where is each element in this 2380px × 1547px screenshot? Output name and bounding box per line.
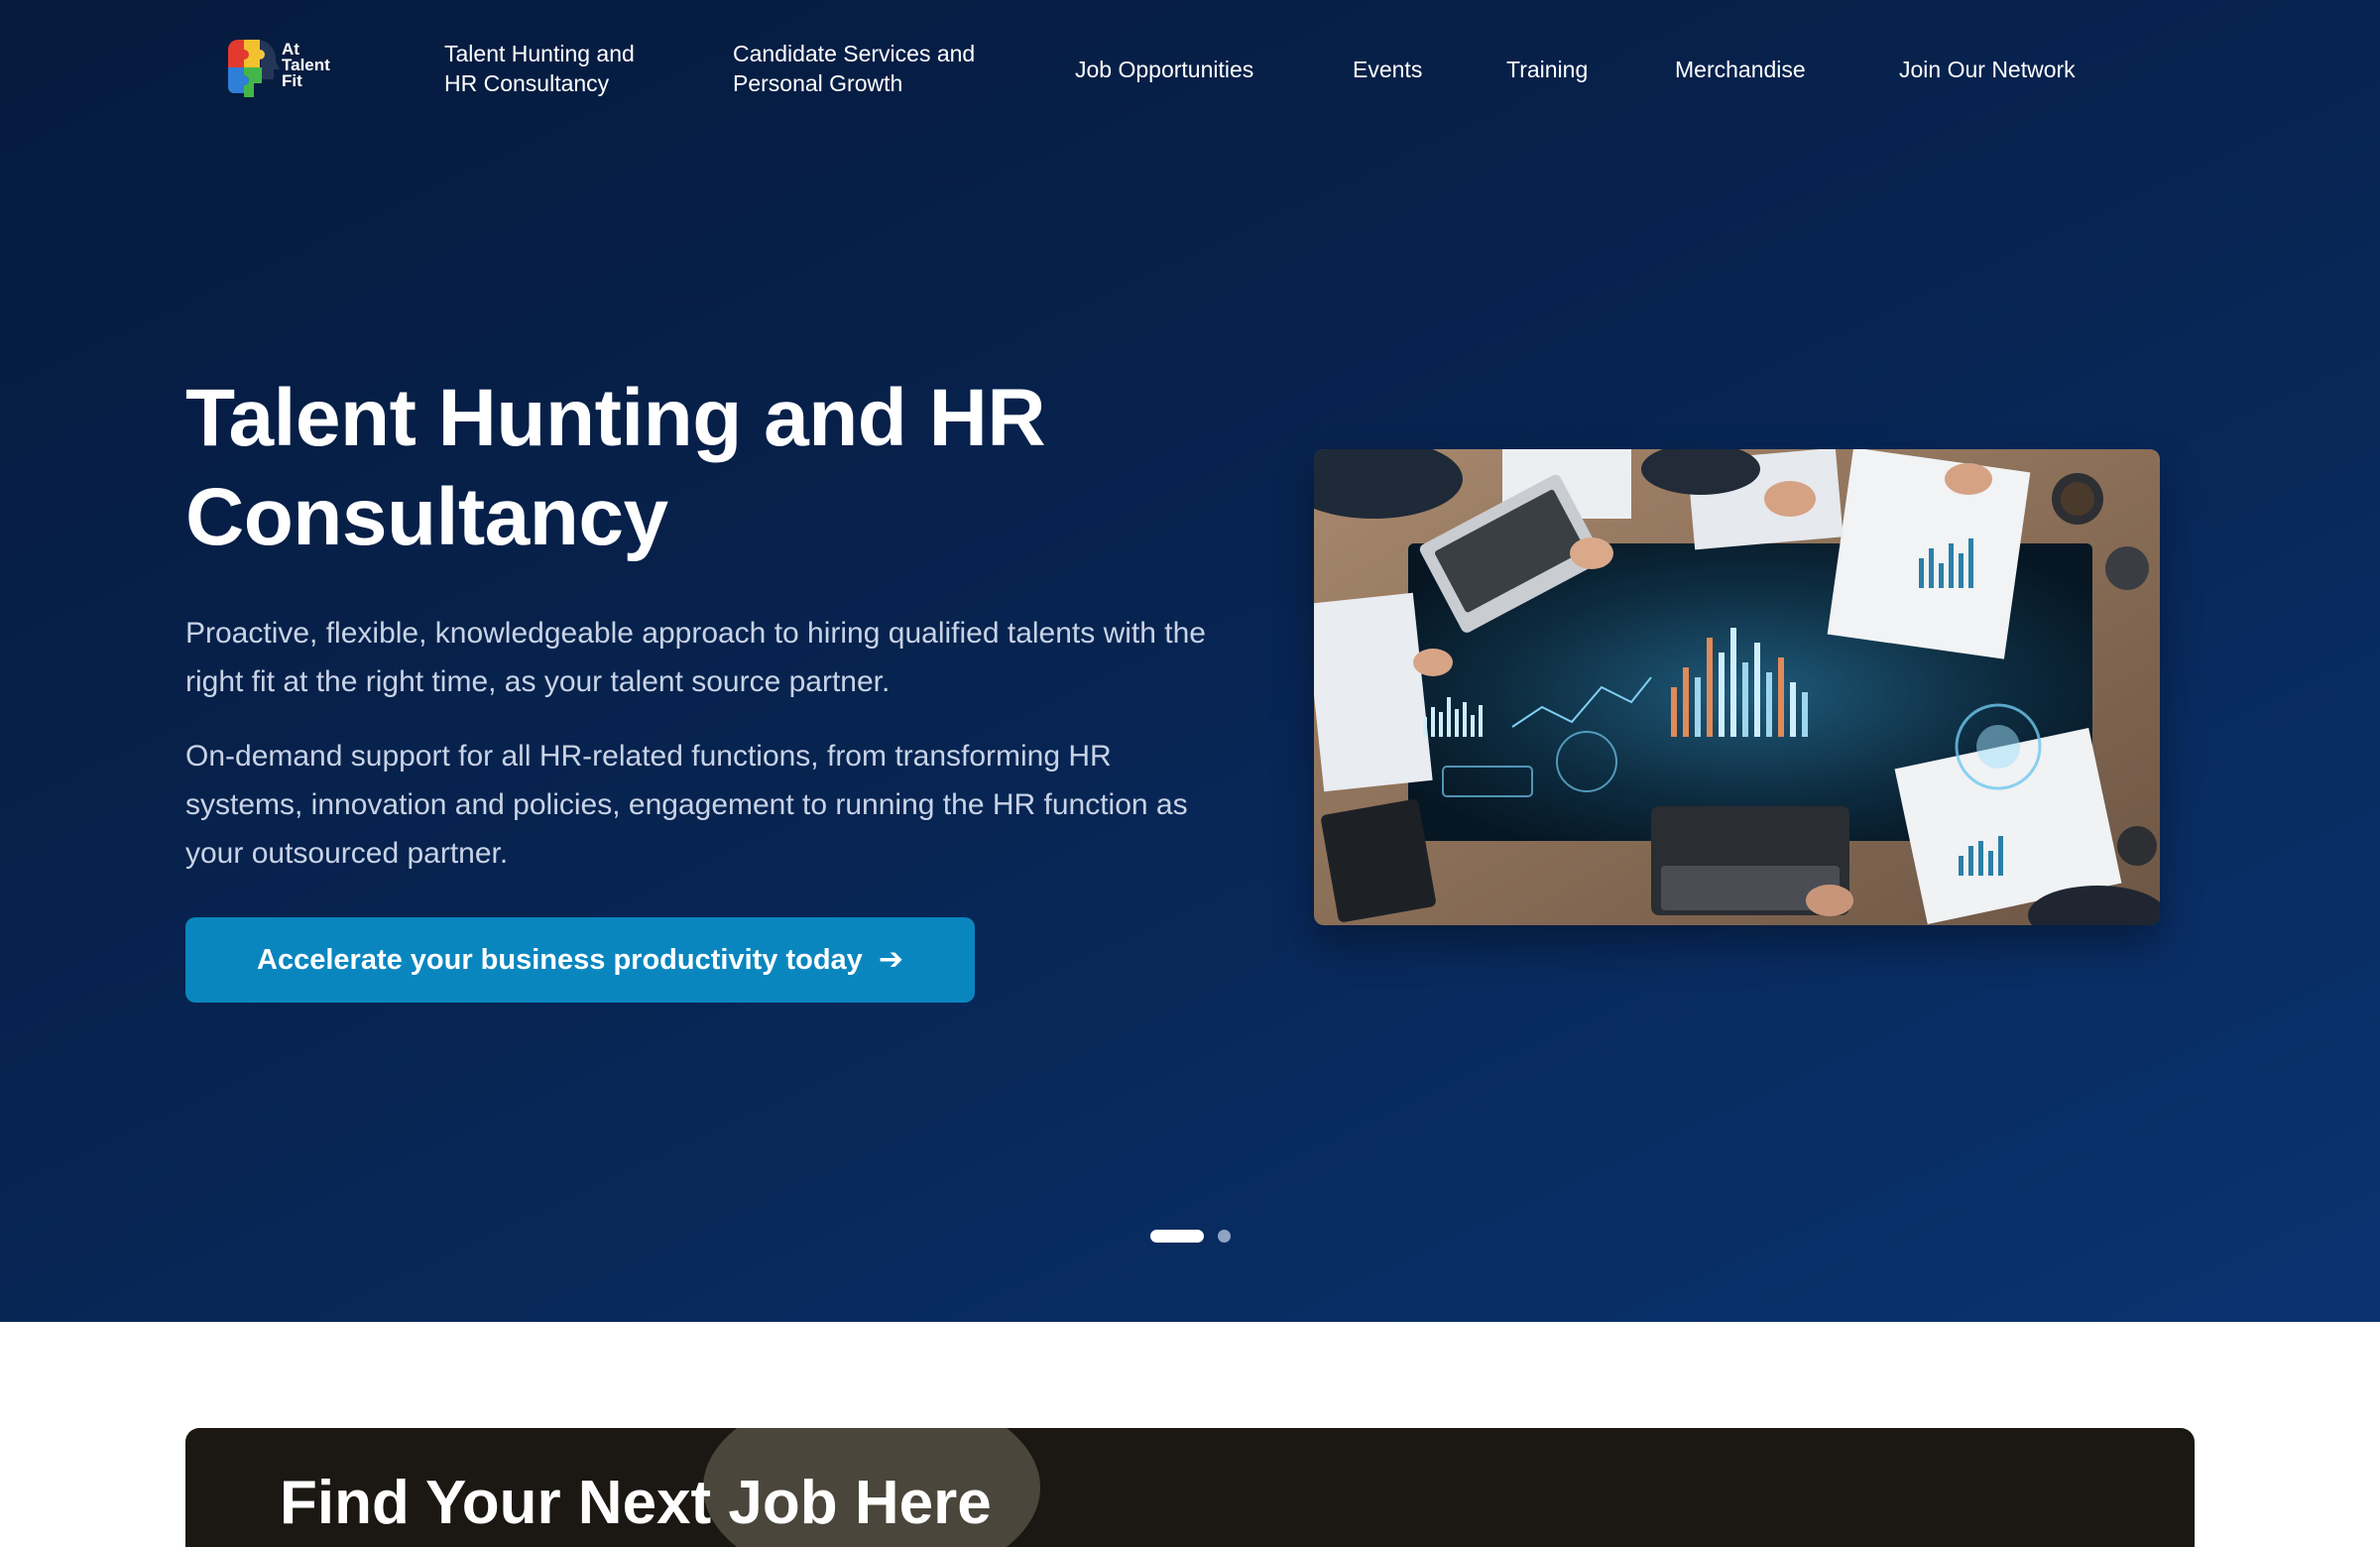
logo-text: At Talent Fit bbox=[282, 40, 330, 90]
hero-section: At Talent Fit Talent Hunting and HR Cons… bbox=[0, 0, 2380, 1322]
logo-link[interactable]: At Talent Fit bbox=[226, 34, 345, 103]
carousel-dot-1-active[interactable] bbox=[1150, 1230, 1204, 1243]
hero-paragraph-talent: Proactive, flexible, knowledgeable appro… bbox=[185, 617, 1206, 698]
nav-training[interactable]: Training bbox=[1506, 55, 1588, 84]
job-search-section: Find Your Next Job Here bbox=[185, 1428, 2195, 1547]
accelerate-cta-button[interactable]: Accelerate your business productivity to… bbox=[185, 917, 975, 1003]
analytics-meeting-illustration bbox=[1314, 449, 2160, 925]
nav-merchandise[interactable]: Merchandise bbox=[1675, 55, 1806, 84]
cta-label: Accelerate your business productivity to… bbox=[257, 943, 863, 976]
arrow-right-icon: ➔ bbox=[878, 943, 903, 976]
hero-image bbox=[1314, 449, 2160, 925]
nav-candidate-services[interactable]: Candidate Services and Personal Growth bbox=[733, 39, 975, 98]
carousel-dot-2[interactable] bbox=[1218, 1230, 1231, 1243]
nav-job-opportunities[interactable]: Job Opportunities bbox=[1075, 55, 1253, 84]
nav-events[interactable]: Events bbox=[1353, 55, 1422, 84]
hero-paragraph-hr: On-demand support for all HR-related fun… bbox=[185, 740, 1188, 870]
carousel-indicators bbox=[1150, 1230, 1231, 1243]
hero-title: Talent Hunting and HR Consultancy bbox=[185, 373, 1046, 562]
job-section-title: Find Your Next Job Here bbox=[280, 1469, 992, 1537]
nav-join-network[interactable]: Join Our Network bbox=[1899, 55, 2076, 84]
main-navigation: At Talent Fit Talent Hunting and HR Cons… bbox=[0, 0, 2380, 139]
nav-talent-hunting[interactable]: Talent Hunting and HR Consultancy bbox=[444, 39, 635, 98]
puzzle-head-logo-icon bbox=[228, 40, 280, 97]
